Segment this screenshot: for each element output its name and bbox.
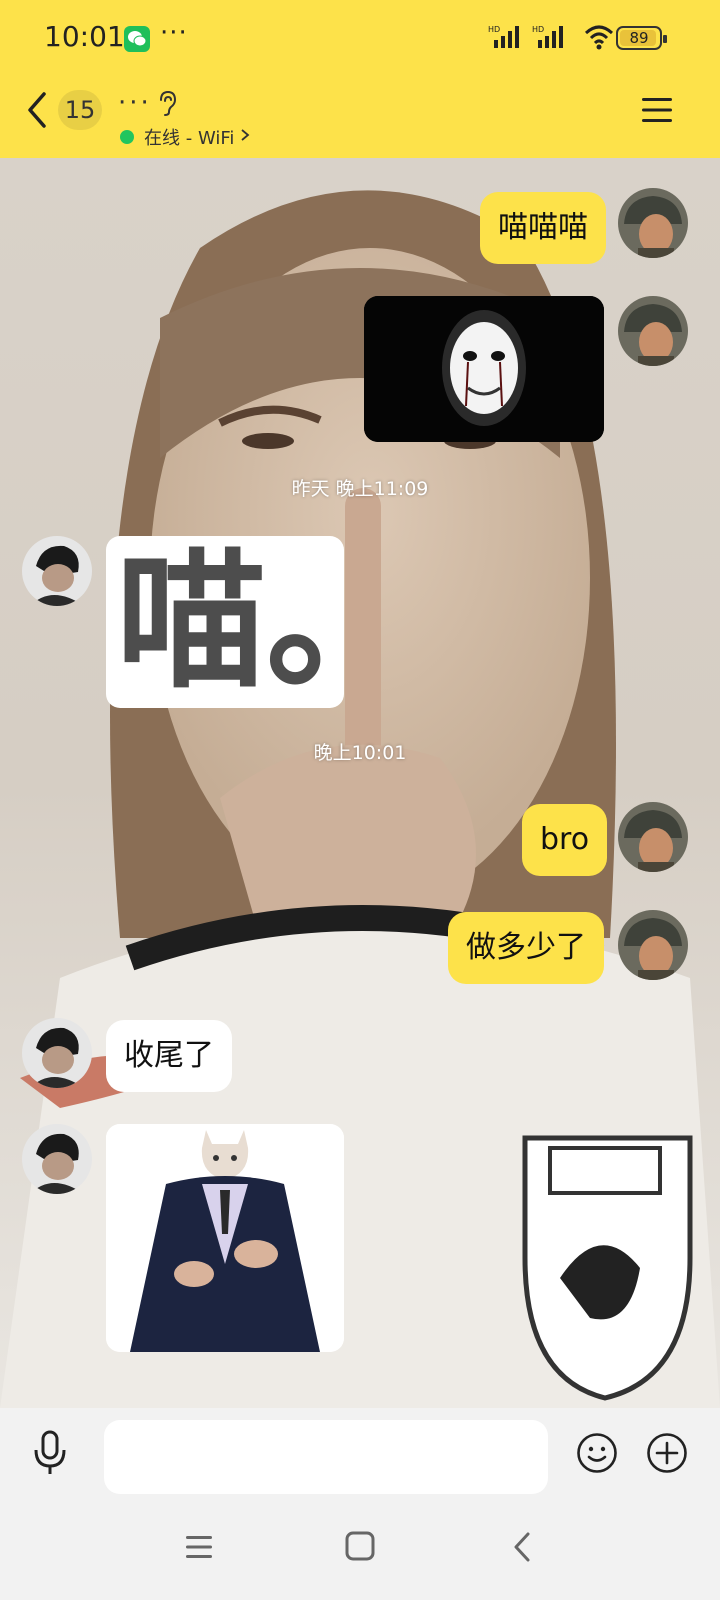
hd-signal-icon: HD xyxy=(532,25,563,48)
status-more-icon: ··· xyxy=(160,18,188,48)
message-bubble-self[interactable]: 做多少了 xyxy=(448,912,604,984)
svg-text:HD: HD xyxy=(532,25,544,34)
top-header: 10:01 ··· HD HD 89 15 ··· 在线 - WiFi xyxy=(0,0,720,158)
avatar-other[interactable] xyxy=(22,536,92,606)
wifi-icon xyxy=(584,25,614,50)
back-icon[interactable] xyxy=(510,1530,534,1564)
hamburger-menu-icon[interactable] xyxy=(640,96,674,124)
chevron-left-icon[interactable] xyxy=(22,90,52,130)
meow-sticker-text: 喵。 xyxy=(116,536,344,708)
message-bubble-self[interactable]: 喵喵喵 xyxy=(480,192,606,264)
avatar-self[interactable] xyxy=(618,910,688,980)
plus-icon[interactable] xyxy=(646,1432,688,1474)
cat-in-suit-sticker xyxy=(106,1124,344,1352)
battery-level: 89 xyxy=(629,29,649,47)
home-icon[interactable] xyxy=(344,1530,376,1562)
image-message-other[interactable] xyxy=(106,1124,344,1352)
online-status-text[interactable]: 在线 - WiFi xyxy=(144,124,234,150)
image-message-self[interactable] xyxy=(364,296,604,442)
svg-text:HD: HD xyxy=(488,25,500,34)
microphone-icon[interactable] xyxy=(30,1428,70,1478)
message-input-bar xyxy=(0,1408,720,1512)
wechat-notification-icon xyxy=(124,26,150,52)
battery-icon: 89 xyxy=(616,26,667,50)
chat-area[interactable]: 喵喵喵 昨天 晚上11:09 喵。 晚上10:01 bro 做多少了 xyxy=(0,158,720,1408)
status-bar: 10:01 ··· HD HD 89 xyxy=(0,0,720,78)
avatar-other[interactable] xyxy=(22,1124,92,1194)
status-time: 10:01 xyxy=(44,20,125,53)
unread-count-badge[interactable]: 15 xyxy=(58,90,102,130)
avatar-self[interactable] xyxy=(618,802,688,872)
ear-icon xyxy=(160,90,177,116)
masked-face-sticker xyxy=(364,296,604,442)
chat-title[interactable]: ··· xyxy=(118,88,152,118)
chevron-right-icon[interactable] xyxy=(240,128,250,142)
message-timestamp: 昨天 晚上11:09 xyxy=(291,478,429,500)
message-timestamp: 晚上10:01 xyxy=(313,742,407,764)
system-navigation-bar xyxy=(0,1512,720,1600)
image-message-other[interactable]: 喵。 xyxy=(106,536,344,708)
avatar-other[interactable] xyxy=(22,1018,92,1088)
avatar-self[interactable] xyxy=(618,296,688,366)
online-status-dot xyxy=(120,130,134,144)
message-input[interactable] xyxy=(104,1420,548,1494)
message-bubble-other[interactable]: 收尾了 xyxy=(106,1020,232,1092)
avatar-self[interactable] xyxy=(618,188,688,258)
smiley-icon[interactable] xyxy=(576,1432,618,1474)
message-bubble-self[interactable]: bro xyxy=(522,804,608,876)
hd-signal-icon: HD xyxy=(488,25,519,48)
recent-apps-icon[interactable] xyxy=(184,1532,214,1562)
